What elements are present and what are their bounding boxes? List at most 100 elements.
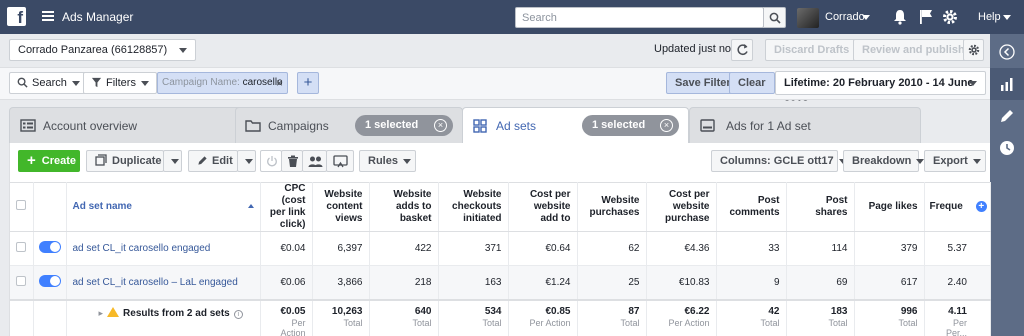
- duplicate-button[interactable]: Duplicate: [86, 150, 164, 172]
- expand-arrow-icon[interactable]: ▸: [99, 308, 104, 318]
- column-header-adds-to-basket[interactable]: Website adds to basket: [369, 182, 439, 232]
- plus-icon: +: [27, 152, 36, 169]
- search-button[interactable]: [763, 7, 786, 28]
- campaigns-selection-badge[interactable]: 1 selected ×: [355, 115, 453, 136]
- top-bar: f Ads Manager Search Corrado Help: [0, 0, 1024, 34]
- info-icon[interactable]: i: [233, 309, 243, 319]
- ad-set-name[interactable]: ad set CL_it carosello – LaL engaged: [66, 265, 261, 300]
- cell-frequency: 2.40: [924, 265, 973, 300]
- summary-post-comments: 42 Total: [716, 298, 787, 336]
- user-name[interactable]: Corrado: [825, 11, 865, 23]
- history-button[interactable]: [990, 132, 1024, 164]
- summary-label-cell[interactable]: ▸ Results from 2 ad sets i: [66, 298, 261, 336]
- column-header-purchases[interactable]: Website purchases: [577, 182, 647, 232]
- add-column-cell[interactable]: +: [973, 182, 991, 232]
- summary-purchases: 87 Total: [577, 298, 647, 336]
- filter-chip[interactable]: Campaign Name: carosello ×: [157, 72, 288, 94]
- selection-count: 1 selected: [365, 119, 419, 131]
- summary-unit: Total: [620, 317, 640, 328]
- row-toggle-cell[interactable]: [33, 231, 67, 266]
- app-title[interactable]: Ads Manager: [62, 10, 133, 24]
- table-row[interactable]: ad set CL_it carosello – LaL engaged €0.…: [10, 265, 991, 300]
- help-menu[interactable]: Help: [978, 11, 1001, 23]
- table-row[interactable]: ad set CL_it carosello engaged €0.04 6,3…: [10, 231, 991, 266]
- summary-label: Results from 2 ad sets: [123, 307, 230, 319]
- chevron-down-icon: [245, 158, 253, 164]
- columns-button[interactable]: Columns: GCLE ott17: [711, 150, 847, 172]
- row-select-cell[interactable]: [10, 231, 34, 266]
- cell-page-likes: 379: [854, 231, 925, 266]
- rules-button[interactable]: Rules: [359, 150, 416, 172]
- ab-test-button[interactable]: [302, 150, 327, 172]
- filters-dropdown[interactable]: Filters: [83, 72, 157, 94]
- cell-cpc: €0.06: [260, 265, 313, 300]
- edit-button[interactable]: Edit: [188, 150, 238, 172]
- export-button[interactable]: Export: [924, 150, 986, 172]
- tab-ads[interactable]: Ads for 1 Ad set: [689, 107, 921, 143]
- refresh-button[interactable]: [731, 39, 753, 61]
- column-header-cost-per-purchase[interactable]: Cost per website purchase: [646, 182, 717, 232]
- summary-row: ▸ Results from 2 ad sets i €0.05 Per Action…: [10, 298, 991, 336]
- column-header-page-likes[interactable]: Page likes: [854, 182, 925, 232]
- column-header-content-views[interactable]: Website content views: [312, 182, 370, 232]
- close-icon[interactable]: ×: [434, 119, 447, 132]
- select-all-cell[interactable]: [10, 182, 34, 232]
- review-publish-button[interactable]: Review and publish: [853, 39, 974, 61]
- ad-icon: [700, 119, 715, 132]
- flag-icon[interactable]: [919, 9, 933, 25]
- settings-button[interactable]: [963, 39, 984, 61]
- edit-panel-button[interactable]: [990, 100, 1024, 132]
- column-header-post-shares[interactable]: Post shares: [786, 182, 855, 232]
- duplicate-menu-button[interactable]: [163, 150, 182, 172]
- status-toggle[interactable]: [38, 274, 61, 287]
- column-header-frequency[interactable]: Freque: [924, 182, 973, 232]
- column-header-checkouts[interactable]: Website checkouts initiated: [438, 182, 509, 232]
- column-header-cost-per-add[interactable]: Cost per website add to: [508, 182, 578, 232]
- row-toggle-cell[interactable]: [33, 265, 67, 300]
- close-icon[interactable]: ×: [276, 73, 283, 93]
- adsets-selection-badge[interactable]: 1 selected ×: [582, 115, 679, 136]
- cell-purchases: 25: [577, 265, 647, 300]
- select-all-checkbox[interactable]: [16, 200, 27, 210]
- tab-account-overview[interactable]: Account overview: [9, 107, 245, 143]
- close-icon[interactable]: ×: [660, 119, 673, 132]
- toggle-status-button[interactable]: [260, 150, 282, 172]
- bell-icon[interactable]: [893, 9, 907, 25]
- search-icon: [769, 12, 781, 24]
- breakdown-button[interactable]: Breakdown: [843, 150, 925, 172]
- collapse-button[interactable]: [990, 36, 1024, 68]
- create-button[interactable]: + Create: [18, 150, 80, 172]
- facebook-logo[interactable]: f: [7, 7, 26, 27]
- row-checkbox[interactable]: [16, 275, 27, 286]
- search-dropdown[interactable]: Search: [9, 72, 88, 94]
- add-filter-button[interactable]: +: [297, 72, 319, 94]
- row-select-cell[interactable]: [10, 265, 34, 300]
- discard-drafts-button[interactable]: Discard Drafts: [765, 39, 859, 61]
- cell-cost-per-add: €1.24: [508, 265, 578, 300]
- tab-label: Campaigns: [268, 119, 329, 133]
- ad-set-name[interactable]: ad set CL_it carosello engaged: [66, 231, 261, 266]
- preview-button[interactable]: [326, 150, 354, 172]
- global-search-input[interactable]: Search: [515, 7, 764, 28]
- charts-button[interactable]: [990, 68, 1024, 100]
- status-toggle[interactable]: [38, 241, 61, 253]
- delete-button[interactable]: [281, 150, 303, 172]
- clear-filter-button[interactable]: Clear: [729, 72, 775, 94]
- avatar[interactable]: [797, 8, 819, 28]
- row-checkbox[interactable]: [16, 242, 27, 252]
- trash-icon: [288, 155, 298, 167]
- add-column-icon[interactable]: +: [975, 201, 987, 212]
- edit-menu-button[interactable]: [237, 150, 256, 172]
- column-header-post-comments[interactable]: Post comments: [716, 182, 787, 232]
- date-range-picker[interactable]: Lifetime: 20 February 2010 - 14 June 201…: [775, 71, 986, 111]
- column-header-name[interactable]: Ad set name: [66, 182, 261, 232]
- menu-icon[interactable]: [42, 11, 54, 21]
- summary-value: 534: [484, 305, 502, 317]
- chevron-down-icon[interactable]: [862, 15, 870, 20]
- gear-icon[interactable]: [942, 9, 958, 25]
- chevron-down-icon[interactable]: [1003, 15, 1011, 20]
- account-selector[interactable]: Corrado Panzarea (66128857): [9, 39, 196, 61]
- column-header-cpc[interactable]: CPC (cost per link click): [260, 182, 313, 232]
- refresh-icon: [737, 44, 748, 56]
- summary-cost-per-purchase: €6.22 Per Action: [646, 298, 717, 336]
